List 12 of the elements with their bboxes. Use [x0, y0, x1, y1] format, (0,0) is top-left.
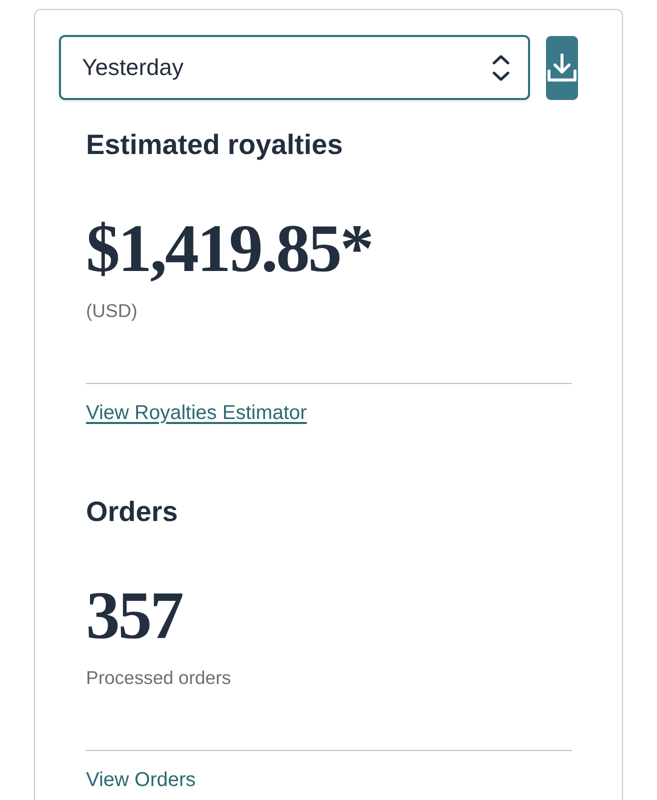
section-title: Orders [86, 495, 178, 529]
period-select[interactable]: Yesterday [59, 35, 530, 100]
view-link[interactable]: View Royalties Estimator [86, 401, 307, 425]
metric-caption: (USD) [86, 300, 138, 322]
download-icon [546, 52, 578, 82]
download-button[interactable] [546, 36, 578, 100]
metric-caption: Processed orders [86, 667, 231, 689]
metric-value: $1,419.85* [86, 213, 372, 283]
section-title: Estimated royalties [86, 128, 343, 162]
metric-value: 357 [86, 580, 182, 650]
view-link[interactable]: View Orders [86, 768, 196, 792]
chevrons-up-down-icon [492, 54, 510, 82]
